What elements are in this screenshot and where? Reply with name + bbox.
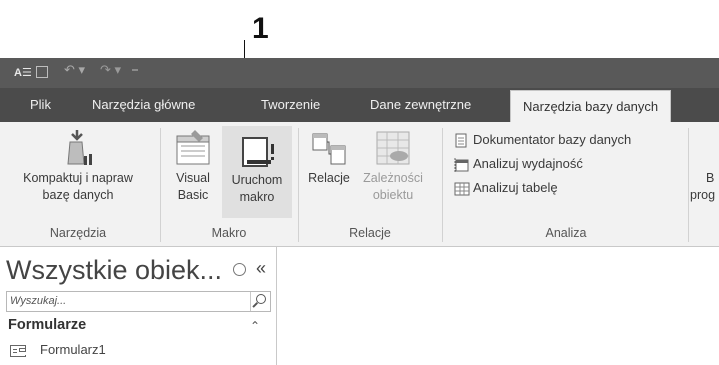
compact-repair-label-2: bazę danych xyxy=(42,188,114,202)
documenter-button[interactable]: Dokumentator bazy danych xyxy=(454,132,631,149)
relationships-icon xyxy=(312,133,346,165)
run-macro-label-1: Uruchom xyxy=(231,173,283,187)
run-macro-icon xyxy=(242,137,274,167)
search-input[interactable]: Wyszukaj... xyxy=(6,291,271,312)
relationships-label: Relacje xyxy=(308,171,350,185)
title-bar: A☰ ↶ ▾ ↷ ▾ ⎯ xyxy=(0,58,719,88)
analyze-table-icon xyxy=(454,182,470,196)
visual-basic-label-1: Visual xyxy=(176,171,210,185)
tab-database-tools[interactable]: Narzędzia bazy danych xyxy=(510,90,672,125)
customize-qat-icon[interactable]: ⎯ xyxy=(132,62,138,77)
visual-basic-label-2: Basic xyxy=(177,188,209,202)
documenter-label: Dokumentator bazy danych xyxy=(473,132,632,147)
navigation-pane: Wszystkie obiek... « Wyszukaj... Formula… xyxy=(0,247,277,365)
group-label-narzedzia: Narzędzia xyxy=(49,226,107,240)
tab-home[interactable]: Narzędzia główne xyxy=(92,88,195,122)
nav-group-header[interactable]: Formularze xyxy=(8,317,86,333)
analyze-table-label: Analizuj tabelę xyxy=(473,180,558,195)
compact-repair-button[interactable]: Kompaktuj i napraw bazę danych xyxy=(0,128,156,204)
form-icon xyxy=(10,344,26,357)
redo-icon[interactable]: ↷ ▾ xyxy=(100,62,121,78)
object-dependencies-label-1: Zależności xyxy=(363,171,423,185)
group-separator xyxy=(688,128,689,242)
analyze-table-button[interactable]: Analizuj tabelę xyxy=(454,180,558,197)
nav-menu-icon[interactable] xyxy=(233,263,246,276)
object-dependencies-label-2: obiektu xyxy=(372,188,414,202)
object-dependencies-button[interactable]: Zależności obiektu xyxy=(360,128,426,204)
cut-off-label-1: B xyxy=(706,171,715,185)
list-item[interactable]: Formularz1 xyxy=(10,342,106,357)
analyze-performance-icon xyxy=(454,157,469,172)
group-separator xyxy=(298,128,299,242)
compact-repair-label-1: Kompaktuj i napraw xyxy=(23,171,133,185)
access-app-icon[interactable]: A☰ xyxy=(14,66,32,79)
ribbon: Kompaktuj i napraw bazę danych Narzędzia… xyxy=(0,122,719,247)
collapse-nav-icon[interactable]: « xyxy=(256,258,266,279)
callout-number: 1 xyxy=(252,12,269,45)
tab-external-data[interactable]: Dane zewnętrzne xyxy=(370,88,471,122)
documenter-icon xyxy=(455,133,467,148)
tab-file[interactable]: Plik xyxy=(30,88,51,122)
cut-off-label-2: prog xyxy=(690,188,716,202)
compact-repair-icon xyxy=(67,130,92,165)
group-separator xyxy=(160,128,161,242)
object-dependencies-icon xyxy=(376,131,410,165)
chevron-up-icon[interactable]: ⌃ xyxy=(250,319,260,333)
tab-create[interactable]: Tworzenie xyxy=(261,88,320,122)
workspace xyxy=(277,247,719,365)
group-label-analiza: Analiza xyxy=(545,226,587,240)
cut-off-button[interactable]: B prog xyxy=(690,170,719,204)
run-macro-label-2: makro xyxy=(239,190,275,204)
nav-pane-title[interactable]: Wszystkie obiek... xyxy=(6,255,222,286)
search-divider xyxy=(250,292,251,311)
analyze-performance-label: Analizuj wydajność xyxy=(473,156,583,171)
list-item-label: Formularz1 xyxy=(40,342,106,357)
search-placeholder: Wyszukaj... xyxy=(10,295,67,307)
relationships-button[interactable]: Relacje xyxy=(302,128,356,187)
run-macro-button[interactable]: Uruchom makro xyxy=(222,126,292,218)
group-label-makro: Makro xyxy=(211,226,247,240)
visual-basic-button[interactable]: Visual Basic xyxy=(168,128,218,204)
group-separator xyxy=(442,128,443,242)
analyze-performance-button[interactable]: Analizuj wydajność xyxy=(454,156,583,173)
search-icon[interactable] xyxy=(256,294,266,304)
save-icon[interactable] xyxy=(36,66,48,78)
visual-basic-icon xyxy=(176,130,210,165)
undo-icon[interactable]: ↶ ▾ xyxy=(64,62,85,78)
ribbon-tabs: Plik Narzędzia główne Tworzenie Dane zew… xyxy=(0,88,719,125)
group-label-relacje: Relacje xyxy=(349,226,391,240)
